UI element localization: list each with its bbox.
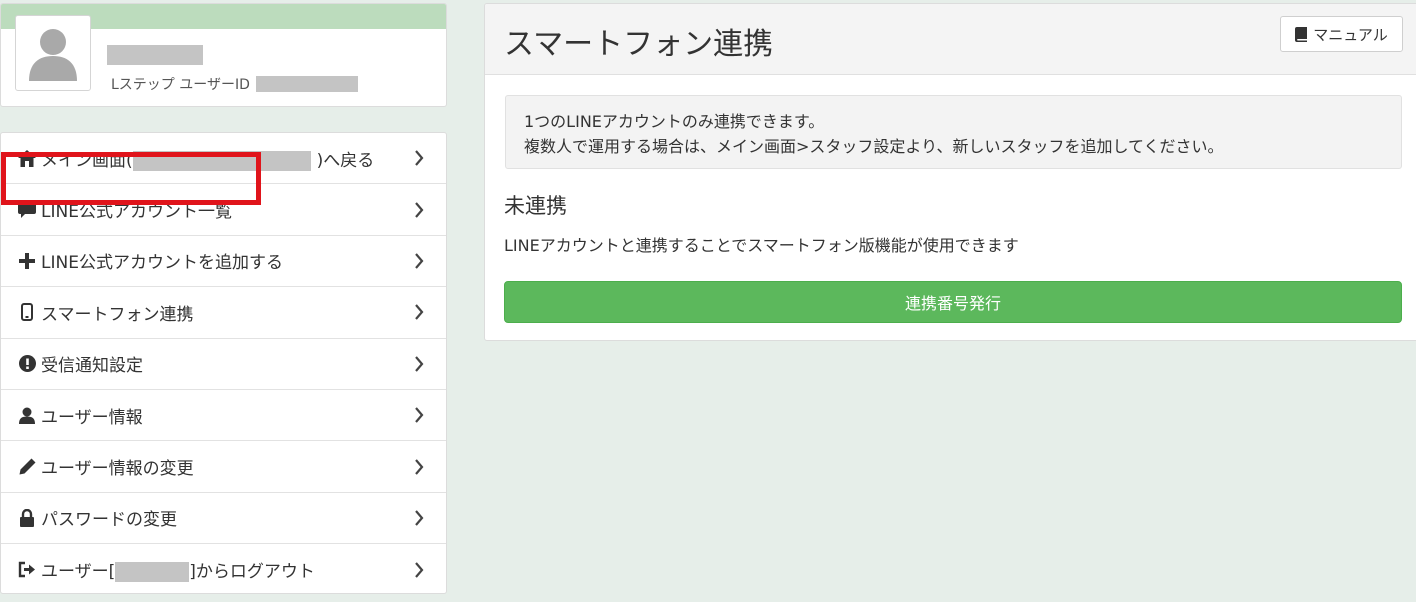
menu-item-label: LINE公式アカウント一覧 — [41, 202, 232, 223]
menu-item-line-accounts[interactable]: LINE公式アカウント一覧 — [1, 184, 446, 236]
chevron-right-icon — [415, 356, 424, 372]
link-status-description: LINEアカウントと連携することでスマートフォン版機能が使用できます — [504, 236, 1019, 255]
user-icon — [17, 405, 37, 425]
menu-item-smartphone-link[interactable]: スマートフォン連携 — [1, 287, 446, 339]
user-avatar-icon — [29, 29, 77, 81]
user-id-label: Lステップ ユーザーID — [111, 77, 250, 93]
chevron-right-icon — [415, 201, 424, 218]
menu-item-add-line-account[interactable]: LINE公式アカウントを追加する — [1, 236, 446, 288]
chevron-right-icon — [415, 304, 424, 321]
chevron-right-icon — [415, 253, 424, 269]
menu-item-notification-settings[interactable]: 受信通知設定 — [1, 339, 446, 390]
account-name-redacted — [132, 150, 311, 171]
notice-line-2: 複数人で運用する場合は、メイン画面>スタッフ設定より、新しいスタッフを追加してく… — [524, 137, 1224, 156]
user-id-line: Lステップ ユーザーID — [111, 74, 358, 94]
panel-header: スマートフォン連携 マニュアル — [485, 4, 1416, 75]
chevron-right-icon — [415, 407, 424, 423]
manual-button[interactable]: マニュアル — [1280, 16, 1403, 52]
mobile-icon — [17, 302, 37, 322]
menu-item-label: メイン画面()へ戻る — [41, 150, 375, 171]
issue-link-number-button[interactable]: 連携番号発行 — [504, 281, 1402, 323]
menu-item-change-password[interactable]: パスワードの変更 — [1, 493, 446, 545]
menu-item-label: ユーザー[]からログアウト — [41, 562, 315, 583]
chevron-right-icon — [415, 458, 424, 475]
avatar — [15, 15, 91, 91]
notice-line-1: 1つのLINEアカウントのみ連携できます。 — [524, 112, 825, 131]
chevron-right-icon — [415, 562, 424, 578]
sidebar-menu: メイン画面()へ戻る LINE公式アカウント一覧 LINE公式アカウントを追加す… — [0, 132, 447, 594]
book-icon — [1295, 26, 1308, 42]
username-redacted — [115, 562, 190, 583]
menu-item-label: ユーザー情報 — [41, 407, 143, 428]
chevron-right-icon — [415, 150, 424, 166]
manual-button-label: マニュアル — [1313, 25, 1388, 44]
page-title: スマートフォン連携 — [504, 27, 774, 62]
menu-item-main-screen[interactable]: メイン画面()へ戻る — [1, 133, 446, 185]
lock-icon — [17, 508, 37, 528]
pencil-icon — [17, 457, 37, 477]
menu-item-label: 受信通知設定 — [41, 356, 143, 377]
comment-icon — [17, 200, 37, 220]
menu-item-label: ユーザー情報の変更 — [41, 459, 194, 480]
menu-item-edit-user-info[interactable]: ユーザー情報の変更 — [1, 441, 446, 493]
logout-icon — [17, 560, 37, 580]
exclamation-circle-icon — [17, 354, 37, 374]
plus-icon — [17, 251, 37, 271]
menu-item-label: パスワードの変更 — [41, 510, 177, 531]
user-name-redacted — [107, 45, 203, 65]
smartphone-link-panel: スマートフォン連携 マニュアル 1つのLINEアカウントのみ連携できます。 複数… — [484, 3, 1416, 341]
menu-item-label: スマートフォン連携 — [41, 304, 194, 325]
profile-card: Lステップ ユーザーID — [0, 3, 447, 107]
link-status-heading: 未連携 — [504, 194, 567, 218]
menu-item-logout[interactable]: ユーザー[]からログアウト — [1, 544, 446, 595]
chevron-right-icon — [415, 510, 424, 526]
menu-item-label: LINE公式アカウントを追加する — [41, 253, 283, 274]
info-notice: 1つのLINEアカウントのみ連携できます。 複数人で運用する場合は、メイン画面>… — [505, 95, 1402, 169]
home-icon — [17, 148, 37, 168]
user-id-redacted — [255, 76, 358, 92]
menu-item-user-info[interactable]: ユーザー情報 — [1, 390, 446, 442]
